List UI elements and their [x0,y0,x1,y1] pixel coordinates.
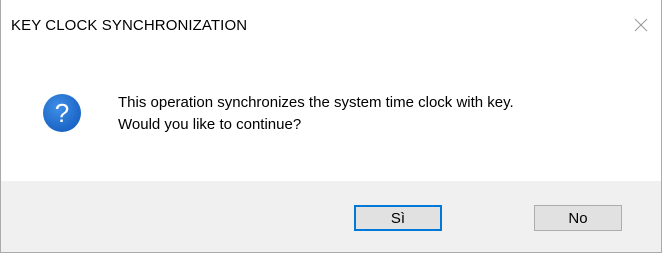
title-bar: KEY CLOCK SYNCHRONIZATION [1,0,661,60]
yes-button[interactable]: Sì [354,205,442,231]
svg-text:?: ? [55,98,69,128]
no-button[interactable]: No [534,205,622,231]
question-icon: ? [41,92,83,134]
message-line-2: Would you like to continue? [118,116,302,133]
message-dialog: KEY CLOCK SYNCHRONIZATION ? This operati… [0,0,662,253]
dialog-content: ? This operation synchronizes the system… [1,60,661,181]
dialog-title: KEY CLOCK SYNCHRONIZATION [11,17,248,34]
message-line-1: This operation synchronizes the system t… [118,94,514,111]
message-text: This operation synchronizes the system t… [118,92,514,136]
button-bar: Sì No [1,181,661,252]
close-icon[interactable] [631,15,651,35]
